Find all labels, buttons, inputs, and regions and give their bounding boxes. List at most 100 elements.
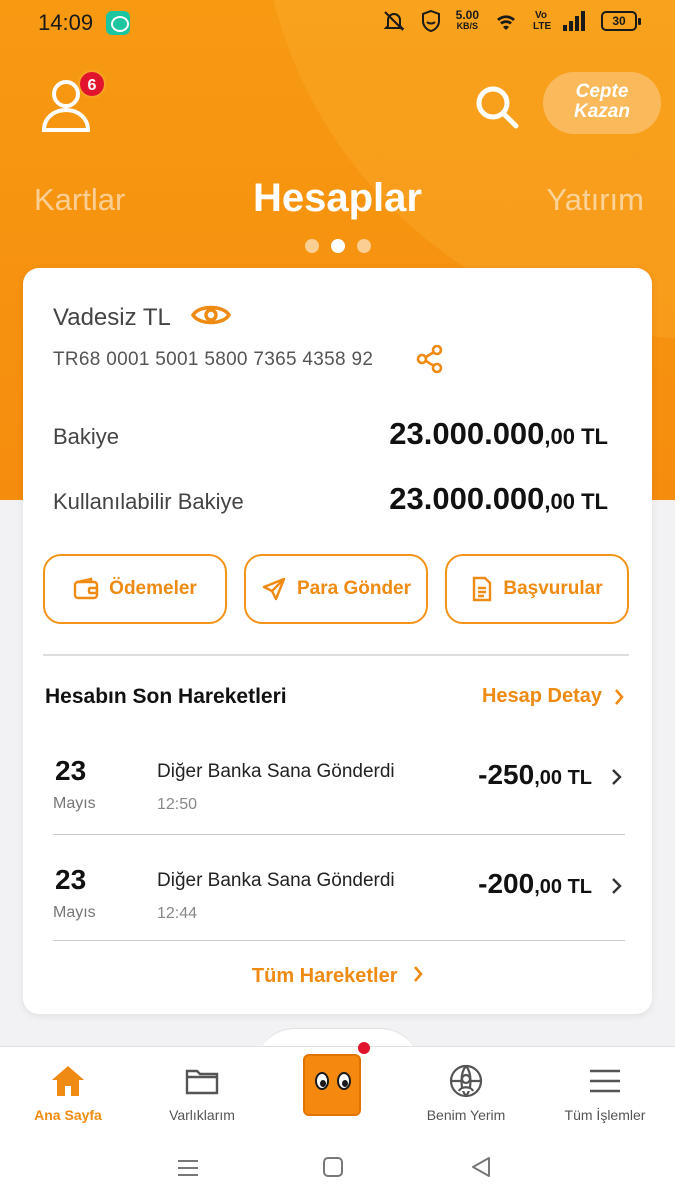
recent-apps-icon[interactable] [176,1156,200,1180]
transaction-amount-decimal: ,00 TL [534,876,592,898]
transaction-amount-decimal: ,00 TL [534,767,592,789]
chevron-right-icon [612,878,622,894]
mascot-eye [337,1072,351,1090]
carousel-dot [305,239,319,253]
wallet-icon [73,577,99,600]
shield-face-icon [421,9,440,33]
wifi-icon [497,15,515,30]
transaction-time: 12:44 [157,905,198,922]
balance-decimal: ,00 TL [544,424,608,449]
system-navigation-bar [0,1142,675,1200]
transaction-row[interactable]: 23 Mayıs Diğer Banka Sana Gönderdi 12:44… [23,864,652,960]
transaction-amount-integer: -250 [478,759,535,790]
share-icon[interactable] [416,345,444,373]
divider [53,834,625,835]
back-icon[interactable] [470,1156,492,1178]
available-balance-value: 23.000.000,00 TL [389,481,608,517]
carousel-tabs: Hesaplar Kartlar Yatırım [0,172,675,232]
cepte-kazan-line1: Cepte [575,81,629,102]
quick-actions: Ödemeler Para Gönder Başvurular [43,554,629,624]
balance-value: 23.000.000,00 TL [389,416,608,452]
transaction-row[interactable]: 23 Mayıs Diğer Banka Sana Gönderdi 12:50… [23,755,652,851]
cepte-kazan-button[interactable]: Cepte Kazan [543,72,661,134]
network-speed: 5.00 KB/S [455,8,479,32]
messenger-notification-icon [106,11,130,35]
transaction-month: Mayıs [53,795,96,812]
carousel-dots [305,239,371,253]
applications-label: Başvurular [503,578,603,599]
home-button-icon[interactable] [322,1156,344,1178]
document-icon [473,576,492,602]
mute-bell-icon [383,11,405,31]
volte-label: Vo LTE [533,10,552,32]
iban-text: TR68 0001 5001 5800 7365 4358 92 [53,349,374,370]
tab-kartlar[interactable]: Kartlar [34,182,125,218]
account-name: Vadesiz TL [53,304,171,331]
cepte-kazan-line2: Kazan [574,101,630,122]
mascot-eye [315,1072,329,1090]
battery-indicator: 30 [601,11,641,31]
divider [43,654,629,656]
available-balance-decimal: ,00 TL [544,489,608,514]
send-icon [262,577,286,601]
payments-label: Ödemeler [109,578,197,599]
transaction-day: 23 [55,864,87,895]
transaction-amount: -200,00 TL [478,868,592,900]
transaction-amount-integer: -200 [478,868,535,899]
globe-user-icon [449,1064,483,1098]
transaction-description: Diğer Banka Sana Gönderdi [157,870,395,891]
transaction-month: Mayıs [53,904,96,921]
available-balance-label: Kullanılabilir Bakiye [53,489,244,514]
tab-yatirim[interactable]: Yatırım [546,182,644,218]
signal-icon [563,11,585,31]
network-speed-value: 5.00 [455,8,479,22]
chevron-right-icon [615,688,624,705]
home-icon [52,1066,84,1096]
nav-home[interactable]: Ana Sayfa [8,1063,128,1123]
balance-integer: 23.000.000 [389,416,545,451]
transaction-day: 23 [55,755,87,786]
account-card: Vadesiz TL TR68 0001 5001 5800 7365 4358… [23,268,652,1014]
search-icon[interactable] [474,84,520,130]
account-detail-label: Hesap Detay [481,685,602,707]
payments-button[interactable]: Ödemeler [43,554,227,624]
status-icons: 5.00 KB/S Vo LTE 30 [382,8,641,33]
balance-label: Bakiye [53,424,120,449]
account-detail-link[interactable]: Hesap Detay [482,685,624,708]
recent-transactions-title: Hesabın Son Hareketleri [45,685,287,708]
transaction-amount: -250,00 TL [478,759,592,791]
applications-button[interactable]: Başvurular [445,554,629,624]
transaction-time: 12:50 [157,796,198,813]
chevron-right-icon [414,966,423,982]
nav-all-operations-label: Tüm İşlemler [564,1107,646,1123]
carousel-dot [357,239,371,253]
carousel-dot-active [331,239,345,253]
nav-assets[interactable]: Varlıklarım [142,1063,262,1123]
menu-icon [590,1069,620,1093]
mascot-pupil [320,1080,326,1087]
all-transactions-label: Tüm Hareketler [251,965,398,987]
send-money-label: Para Gönder [296,578,412,599]
mascot-icon[interactable] [303,1054,361,1116]
nav-all-operations[interactable]: Tüm İşlemler [545,1063,665,1123]
notification-badge: 6 [78,70,106,98]
nav-assets-label: Varlıklarım [169,1107,235,1123]
available-balance-row: Kullanılabilir Bakiye 23.000.000,00 TL [53,481,608,517]
mascot-pupil [342,1080,348,1087]
nav-home-label: Ana Sayfa [34,1107,102,1123]
send-money-button[interactable]: Para Gönder [244,554,428,624]
balance-row: Bakiye 23.000.000,00 TL [53,416,608,452]
mascot-notification-dot [358,1042,370,1054]
status-bar: 14:09 5.00 KB/S Vo LTE 30 [0,0,675,46]
available-balance-integer: 23.000.000 [389,481,545,516]
nav-my-place[interactable]: Benim Yerim [406,1063,526,1123]
all-transactions-link[interactable]: Tüm Hareketler [23,965,652,988]
top-actions: 6 Cepte Kazan [0,70,675,140]
status-time: 14:09 [38,10,94,35]
chevron-right-icon [612,769,622,785]
network-speed-unit: KB/S [456,21,479,31]
nav-my-place-label: Benim Yerim [426,1107,506,1123]
transaction-description: Diğer Banka Sana Gönderdi [157,761,395,782]
eye-icon[interactable] [191,300,231,330]
folder-icon [185,1069,219,1095]
